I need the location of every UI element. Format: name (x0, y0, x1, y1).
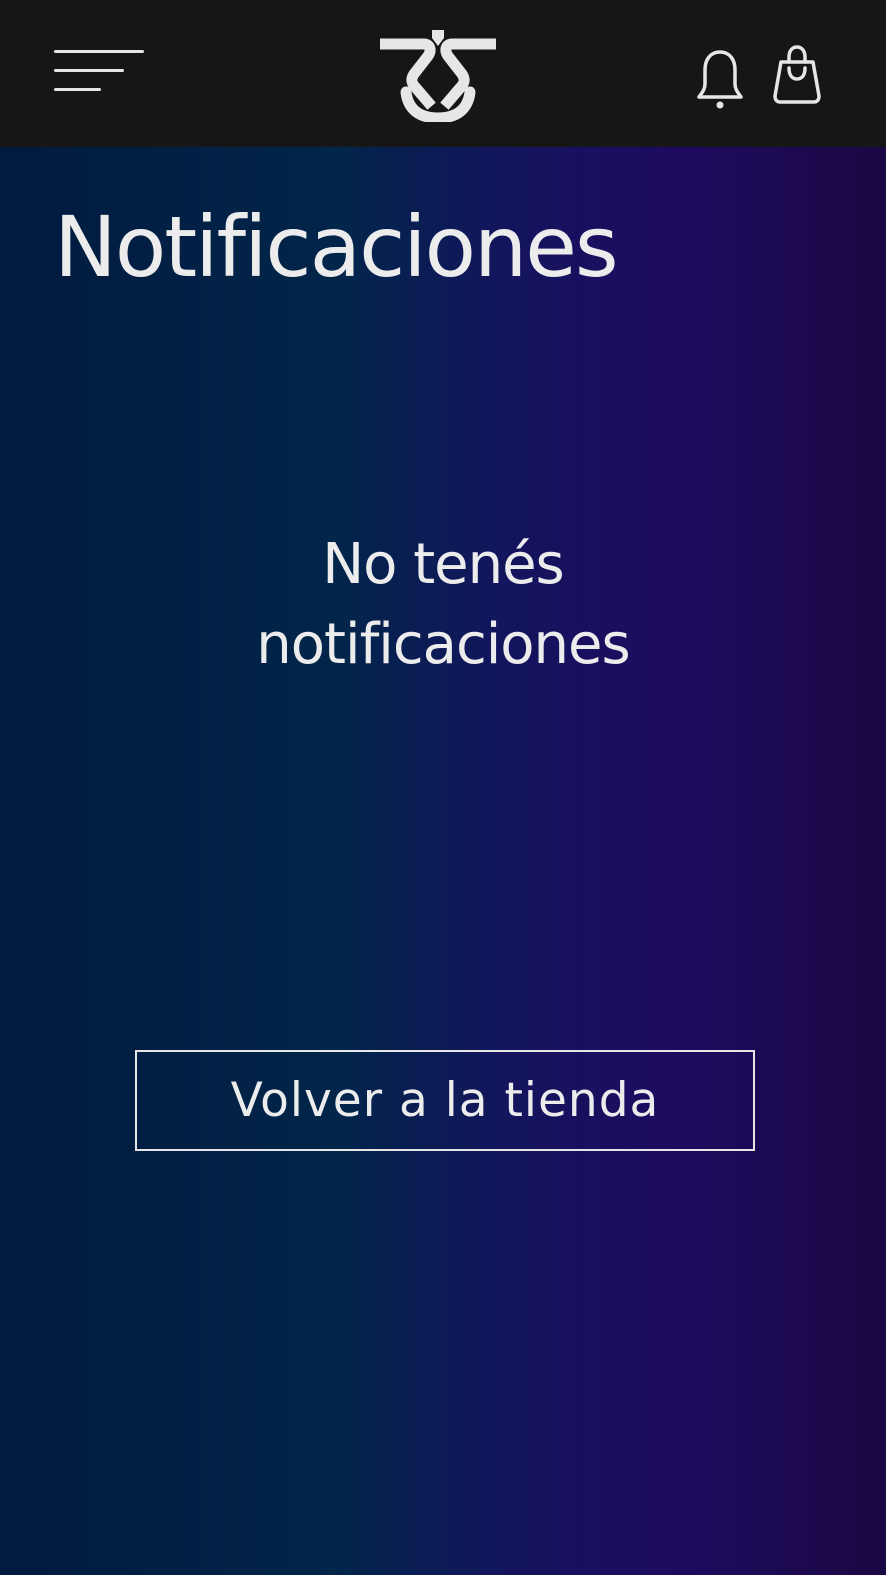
notifications-screen: Notificaciones No tenés notificaciones V… (0, 0, 886, 1575)
menu-button[interactable] (44, 38, 156, 104)
brand-logo[interactable] (380, 26, 496, 122)
empty-state-message: No tenés notificaciones (143, 525, 743, 685)
empty-state-line-2: notificaciones (256, 612, 630, 677)
menu-line (54, 88, 101, 91)
cart-button[interactable] (770, 44, 824, 106)
empty-state-line-1: No tenés (322, 532, 564, 597)
main-content: Notificaciones No tenés notificaciones V… (0, 147, 886, 1575)
bell-icon (697, 50, 743, 109)
menu-line (54, 69, 124, 72)
notifications-button[interactable] (694, 44, 746, 112)
shopping-bag-icon (773, 45, 821, 104)
back-to-store-button[interactable]: Volver a la tienda (135, 1050, 755, 1151)
top-bar (0, 0, 886, 147)
page-title: Notificaciones (54, 198, 619, 296)
menu-line (54, 50, 144, 53)
